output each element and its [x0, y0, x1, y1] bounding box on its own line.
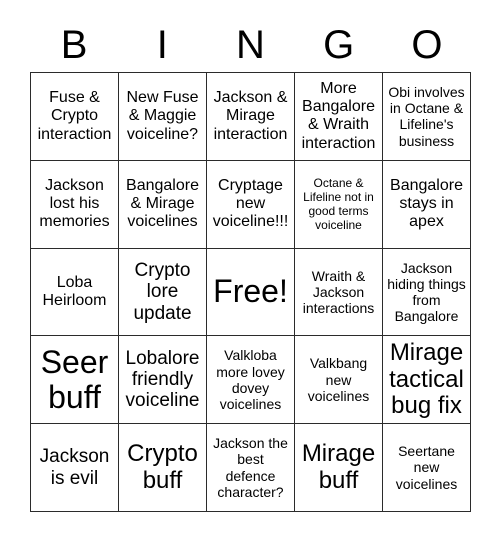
- bingo-square-label: Jackson is evil: [39, 446, 110, 489]
- header-letter-b: B: [60, 23, 88, 67]
- bingo-square[interactable]: Jackson the best defence character?: [207, 424, 295, 512]
- bingo-square-label: Crypto buff: [127, 440, 198, 494]
- bingo-square-label: Jackson lost his memories: [39, 176, 110, 231]
- bingo-square[interactable]: Crypto buff: [119, 424, 207, 512]
- bingo-grid: Fuse & Crypto interaction New Fuse & Magg…: [30, 72, 471, 512]
- bingo-square[interactable]: Jackson hiding things from Bangalore: [383, 248, 471, 337]
- bingo-square[interactable]: Seer buff: [31, 336, 119, 425]
- bingo-square-label: Free!: [213, 273, 288, 310]
- bingo-square-label: Obi involves in Octane & Lifeline's busi…: [388, 83, 465, 149]
- bingo-square-label: Valkloba more lovey dovey voicelines: [216, 347, 285, 413]
- bingo-square[interactable]: More Bangalore & Wraith interaction: [295, 73, 383, 161]
- bingo-square[interactable]: Fuse & Crypto interaction: [31, 73, 119, 161]
- header-letter-i: I: [156, 23, 168, 67]
- bingo-square[interactable]: Bangalore & Mirage voicelines: [119, 160, 207, 249]
- bingo-square-label: Bangalore stays in apex: [390, 176, 463, 231]
- bingo-square[interactable]: Obi involves in Octane & Lifeline's busi…: [383, 73, 471, 161]
- bingo-square-label: Wraith & Jackson interactions: [302, 267, 375, 317]
- bingo-square-label: Octane & Lifeline not in good terms voic…: [303, 175, 374, 233]
- bingo-square-label: New Fuse & Maggie voiceline?: [126, 89, 199, 143]
- bingo-square[interactable]: Mirage buff: [295, 424, 383, 512]
- bingo-square[interactable]: Loba Heirloom: [31, 248, 119, 337]
- header-letter-n: N: [236, 23, 265, 67]
- bingo-square[interactable]: Cryptage new voiceline!!!: [207, 160, 295, 249]
- bingo-square-label: Mirage tactical bug fix: [389, 339, 464, 419]
- bingo-square-label: Seer buff: [40, 343, 109, 415]
- bingo-square[interactable]: Mirage tactical bug fix: [383, 336, 471, 425]
- bingo-square-label: Valkbang new voicelines: [307, 355, 370, 404]
- bingo-square-label: Lobalore friendly voiceline: [125, 347, 200, 412]
- bingo-square[interactable]: Valkloba more lovey dovey voicelines: [207, 336, 295, 425]
- bingo-square[interactable]: Wraith & Jackson interactions: [295, 248, 383, 337]
- bingo-free-space[interactable]: Free!: [207, 248, 295, 337]
- bingo-square[interactable]: Bangalore stays in apex: [383, 160, 471, 249]
- bingo-square-label: Fuse & Crypto interaction: [37, 89, 112, 143]
- bingo-square-label: More Bangalore & Wraith interaction: [301, 79, 376, 152]
- bingo-square[interactable]: Jackson & Mirage interaction: [207, 73, 295, 161]
- header-letter-g: G: [323, 23, 355, 67]
- bingo-square[interactable]: Jackson lost his memories: [31, 160, 119, 249]
- bingo-square-label: Jackson & Mirage interaction: [213, 89, 288, 143]
- bingo-square[interactable]: Valkbang new voicelines: [295, 336, 383, 425]
- bingo-square[interactable]: Octane & Lifeline not in good terms voic…: [295, 160, 383, 249]
- bingo-square-label: Mirage buff: [301, 440, 376, 494]
- bingo-square[interactable]: Seertane new voicelines: [383, 424, 471, 512]
- bingo-square[interactable]: New Fuse & Maggie voiceline?: [119, 73, 207, 161]
- bingo-square[interactable]: Jackson is evil: [31, 424, 119, 512]
- bingo-square-label: Jackson the best defence character?: [213, 435, 288, 500]
- bingo-square-label: Bangalore & Mirage voicelines: [126, 176, 199, 231]
- bingo-card: B I N G O Fuse & Crypto interaction New F…: [0, 0, 500, 544]
- bingo-square-label: Crypto lore update: [133, 260, 192, 324]
- header-letter-o: O: [411, 23, 443, 67]
- bingo-square-label: Cryptage new voiceline!!!: [212, 176, 289, 231]
- bingo-square-label: Loba Heirloom: [42, 273, 107, 309]
- bingo-header: B I N G O: [30, 18, 471, 72]
- bingo-square[interactable]: Lobalore friendly voiceline: [119, 336, 207, 425]
- bingo-square-label: Jackson hiding things from Bangalore: [387, 259, 466, 325]
- bingo-square[interactable]: Crypto lore update: [119, 248, 207, 337]
- bingo-square-label: Seertane new voicelines: [395, 443, 458, 492]
